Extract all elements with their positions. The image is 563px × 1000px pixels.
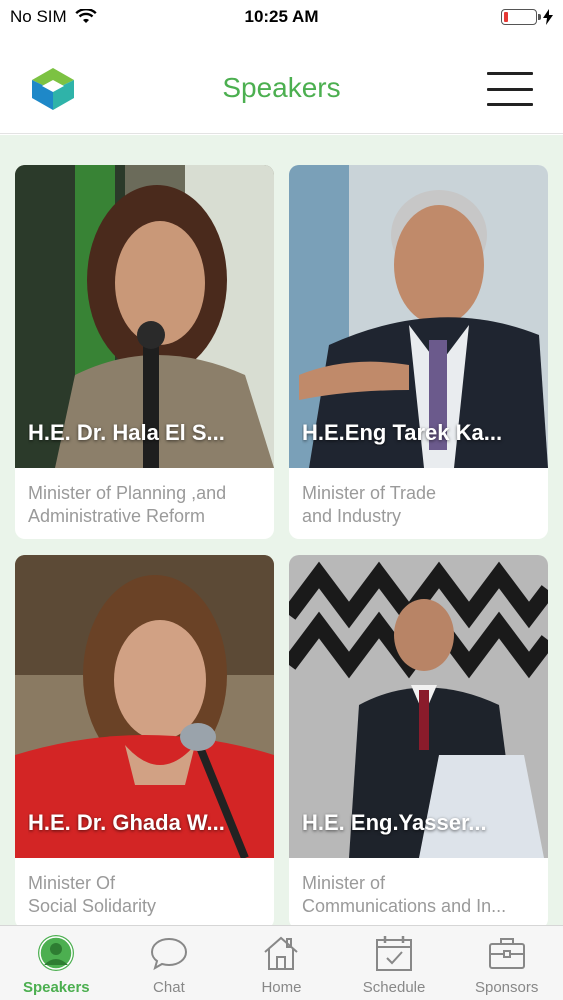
speaker-name: H.E. Dr. Hala El S... <box>28 420 225 445</box>
speaker-name: H.E.Eng Tarek Ka... <box>302 420 503 445</box>
charging-bolt-icon <box>543 9 553 25</box>
speaker-photo: H.E.Eng Tarek Ka... <box>289 165 548 468</box>
status-left: No SIM <box>10 7 97 27</box>
speaker-title-line: Minister of <box>302 873 386 893</box>
speaker-title: Minister of Communications and In... <box>289 858 548 925</box>
briefcase-icon <box>488 938 525 969</box>
speaker-title: Minister of Planning ,and Administrative… <box>15 468 274 539</box>
tab-chat[interactable]: Chat <box>113 926 226 1000</box>
speaker-photo: H.E. Dr. Hala El S... <box>15 165 274 468</box>
status-right <box>501 9 553 25</box>
tab-sponsors[interactable]: Sponsors <box>450 926 563 1000</box>
tab-bar: Speakers Chat Home Schedule Sponsors <box>0 925 563 1000</box>
tab-speakers[interactable]: Speakers <box>0 926 113 1000</box>
carrier-label: No SIM <box>10 7 67 26</box>
speaker-title-line: Minister of Trade <box>302 483 437 503</box>
speaker-name: H.E. Dr. Ghada W... <box>28 810 225 835</box>
speaker-title-line: and Industry <box>302 506 402 526</box>
status-bar: No SIM 10:25 AM <box>0 0 563 34</box>
hamburger-menu-icon[interactable] <box>487 72 533 106</box>
speakers-grid: H.E. Dr. Hala El S... Minister of Planni… <box>15 165 548 925</box>
speaker-card[interactable]: H.E. Dr. Ghada W... Minister Of Social S… <box>15 555 274 925</box>
battery-icon <box>501 9 541 25</box>
speaker-title-line: Minister of Planning ,and <box>28 483 227 503</box>
speaker-title-line: Administrative Reform <box>28 506 206 526</box>
app-header: Speakers <box>0 34 563 134</box>
speaker-title-line: Communications and In... <box>302 896 507 916</box>
tab-home[interactable]: Home <box>225 926 338 1000</box>
speaker-photo: H.E. Eng.Yasser... <box>289 555 548 858</box>
home-icon <box>264 936 299 970</box>
wifi-icon <box>75 9 97 23</box>
tab-label: Home <box>261 979 302 996</box>
tab-label: Speakers <box>22 979 90 996</box>
tab-label: Schedule <box>362 979 426 996</box>
speaker-photo: H.E. Dr. Ghada W... <box>15 555 274 858</box>
page-title: Speakers <box>222 72 341 103</box>
tab-label: Chat <box>153 979 185 996</box>
speaker-card[interactable]: H.E.Eng Tarek Ka... Minister of Trade an… <box>289 165 548 539</box>
tab-label: Sponsors <box>474 979 539 996</box>
tab-schedule[interactable]: Schedule <box>338 926 451 1000</box>
person-icon <box>38 935 75 971</box>
speaker-name: H.E. Eng.Yasser... <box>302 810 487 835</box>
speaker-title-line: Social Solidarity <box>28 896 157 916</box>
speaker-title: Minister of Trade and Industry <box>289 468 548 539</box>
speaker-card[interactable]: H.E. Dr. Hala El S... Minister of Planni… <box>15 165 274 539</box>
chat-bubble-icon <box>150 937 187 971</box>
speaker-title: Minister Of Social Solidarity <box>15 858 274 925</box>
speaker-card[interactable]: H.E. Eng.Yasser... Minister of Communica… <box>289 555 548 925</box>
calendar-icon <box>376 936 413 971</box>
speakers-list[interactable]: H.E. Dr. Hala El S... Minister of Planni… <box>0 135 563 925</box>
speaker-title-line: Minister Of <box>28 873 116 893</box>
